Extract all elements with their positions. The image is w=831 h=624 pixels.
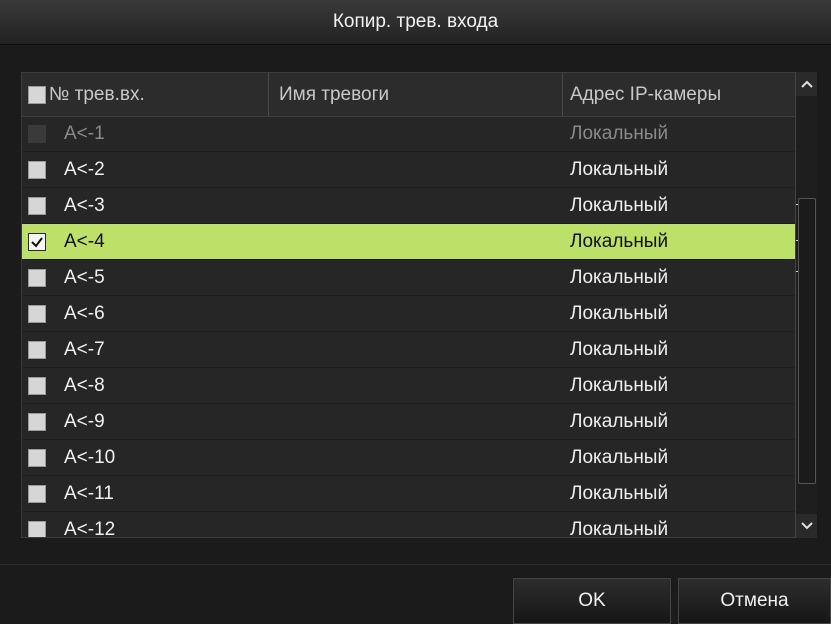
table-row[interactable]: A<-12 Локальный (22, 512, 816, 538)
column-header-ip-camera-address[interactable]: Адрес IP-камеры (563, 73, 816, 116)
footer-divider (0, 564, 831, 565)
row-checkbox[interactable] (28, 377, 46, 395)
cancel-button-label: Отмена (720, 590, 789, 611)
alarm-input-number: A<-7 (64, 339, 105, 360)
column-label-ip-camera-address: Адрес IP-камеры (570, 83, 722, 105)
row-checkbox[interactable] (28, 161, 46, 179)
ip-camera-address: Локальный (570, 267, 669, 288)
alarm-input-table: № трев.вх. Имя тревоги Адрес IP-камеры A… (21, 72, 817, 538)
row-checkbox[interactable] (28, 269, 46, 287)
column-header-alarm-no[interactable]: № трев.вх. (22, 73, 269, 116)
alarm-input-number: A<-11 (64, 483, 114, 504)
scroll-up-button[interactable] (796, 72, 817, 96)
ip-camera-address: Локальный (570, 339, 669, 360)
ip-camera-address: Локальный (570, 159, 669, 180)
ip-camera-address: Локальный (570, 483, 669, 504)
table-scrollbar[interactable] (795, 72, 817, 538)
ip-camera-address: Локальный (570, 303, 669, 324)
table-row[interactable]: A<-3 Локальный (22, 188, 816, 224)
ip-camera-address: Локальный (570, 519, 669, 538)
alarm-input-number: A<-5 (64, 267, 105, 288)
table-row[interactable]: A<-4 Локальный (22, 224, 816, 260)
chevron-up-icon (800, 80, 813, 88)
dialog-title-text: Копир. трев. входа (332, 11, 499, 32)
table-row[interactable]: A<-7 Локальный (22, 332, 816, 368)
scroll-down-button[interactable] (796, 514, 817, 538)
table-header: № трев.вх. Имя тревоги Адрес IP-камеры (22, 73, 816, 117)
ip-camera-address: Локальный (570, 375, 669, 396)
row-checkbox[interactable] (28, 521, 46, 537)
alarm-input-number: A<-8 (64, 375, 105, 396)
alarm-input-number: A<-3 (64, 195, 105, 216)
checkmark-icon (31, 237, 43, 248)
row-checkbox[interactable] (28, 233, 46, 251)
table-row[interactable]: A<-5 Локальный (22, 260, 816, 296)
column-label-alarm-name: Имя тревоги (279, 83, 390, 105)
ip-camera-address: Локальный (570, 231, 669, 252)
ip-camera-address: Локальный (570, 195, 669, 216)
table-row[interactable]: A<-6 Локальный (22, 296, 816, 332)
alarm-input-number: A<-12 (64, 519, 116, 538)
table-body: A<-1 Локальный A<-2 Локальный A<-3 Локальный A… (22, 116, 816, 538)
dialog-title: Копир. трев. входа (0, 0, 831, 45)
row-checkbox[interactable] (28, 485, 46, 503)
column-label-alarm-no: № трев.вх. (49, 83, 145, 105)
alarm-input-number: A<-9 (64, 411, 105, 432)
alarm-input-number: A<-10 (64, 447, 116, 468)
alarm-input-number: A<-1 (64, 123, 105, 144)
cancel-button[interactable]: Отмена (678, 578, 831, 624)
alarm-input-number: A<-2 (64, 159, 105, 180)
table-row[interactable]: A<-2 Локальный (22, 152, 816, 188)
alarm-input-number: A<-4 (64, 231, 105, 252)
row-checkbox[interactable] (28, 413, 46, 431)
ok-button[interactable]: OK (513, 578, 671, 624)
row-checkbox[interactable] (28, 197, 46, 215)
table-row: A<-1 Локальный (22, 116, 816, 152)
ip-camera-address: Локальный (570, 411, 669, 432)
table-row[interactable]: A<-10 Локальный (22, 440, 816, 476)
table-row[interactable]: A<-9 Локальный (22, 404, 816, 440)
select-all-checkbox[interactable] (28, 85, 46, 104)
ip-camera-address: Локальный (570, 123, 669, 144)
row-checkbox[interactable] (28, 305, 46, 323)
copy-alarm-input-dialog: Копир. трев. входа № трев.вх. Имя тревог… (0, 0, 831, 624)
row-checkbox[interactable] (28, 449, 46, 467)
column-header-alarm-name[interactable]: Имя тревоги (269, 73, 563, 116)
table-row[interactable]: A<-11 Локальный (22, 476, 816, 512)
ip-camera-address: Локальный (570, 447, 669, 468)
row-checkbox[interactable] (28, 341, 46, 359)
row-checkbox (28, 125, 46, 143)
alarm-input-number: A<-6 (64, 303, 105, 324)
table-row[interactable]: A<-8 Локальный (22, 368, 816, 404)
chevron-down-icon (800, 522, 813, 530)
ok-button-label: OK (578, 590, 606, 611)
scroll-thumb[interactable] (798, 198, 816, 484)
